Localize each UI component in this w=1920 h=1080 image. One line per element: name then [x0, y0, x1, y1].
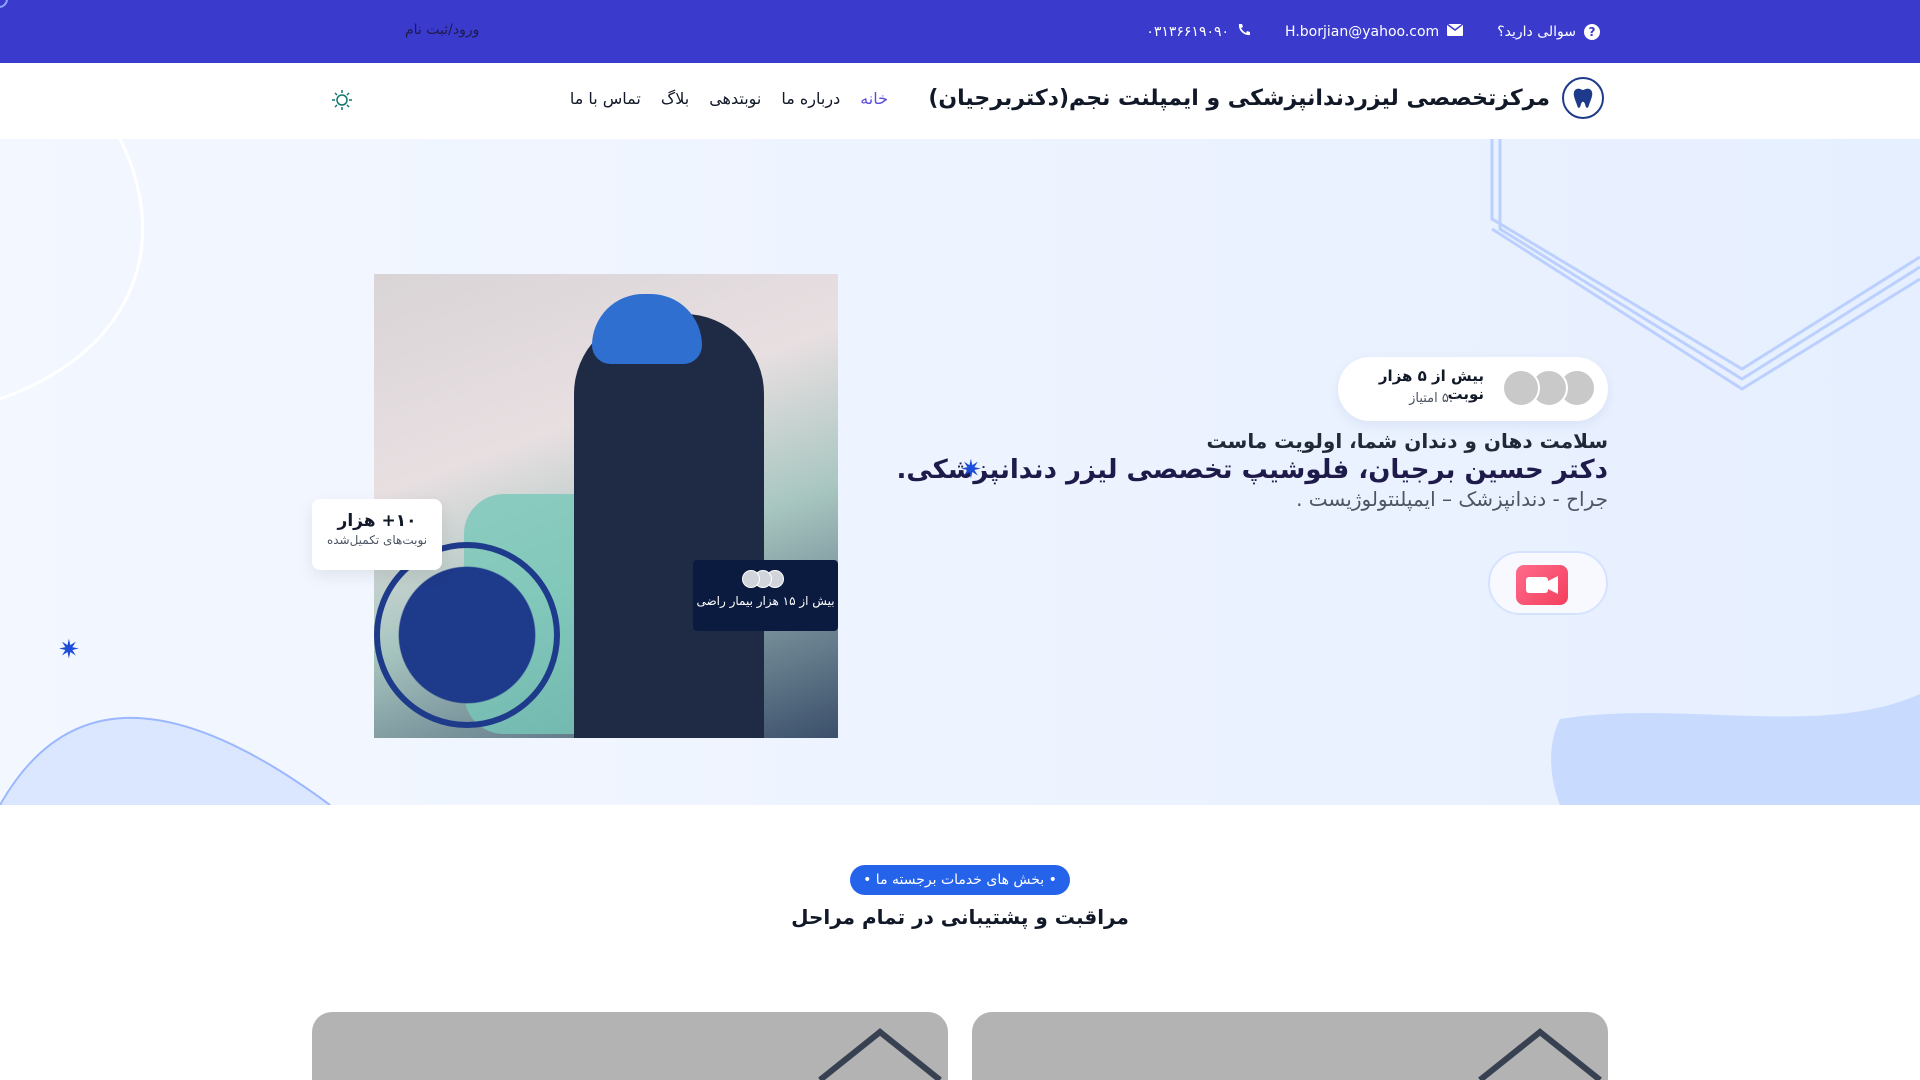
hero-text: سلامت دهان و دندان شما، اولویت ماست دکتر… — [896, 429, 1608, 511]
satisfied-label: بیش از ۱۵ هزار بیمار راضی — [696, 594, 835, 608]
service-card[interactable] — [312, 1012, 948, 1080]
badge-rating: ۵.۰ امتیاز — [1409, 391, 1460, 406]
brand-title: مرکزتخصصی لیزردندانپزشکی و ایمپلنت نجم(د… — [928, 85, 1550, 111]
avatar — [1502, 369, 1540, 407]
nav-item-home[interactable]: خانه — [860, 89, 888, 108]
satisfied-patients-card: بیش از ۱۵ هزار بیمار راضی — [693, 560, 838, 631]
top-bar: ? سوالی دارید؟ H.borjian@yahoo.com ۰۳۱۳۶… — [0, 0, 1920, 63]
mail-icon — [1446, 22, 1464, 40]
corner-circle-decoration — [0, 0, 8, 8]
main-navigation: مرکزتخصصی لیزردندانپزشکی و ایمپلنت نجم(د… — [0, 63, 1920, 139]
hero-line-1: سلامت دهان و دندان شما، اولویت ماست — [1206, 429, 1608, 453]
question-item[interactable]: ? سوالی دارید؟ — [1497, 23, 1600, 40]
avatar — [741, 570, 760, 588]
brand[interactable]: مرکزتخصصی لیزردندانپزشکی و ایمپلنت نجم(د… — [928, 77, 1604, 119]
question-text: سوالی دارید؟ — [1497, 23, 1576, 40]
phone-item[interactable]: ۰۳۱۳۶۶۱۹۰۹۰ — [1146, 23, 1251, 41]
doctor-photo — [374, 274, 838, 738]
completed-label: نوبت‌های تکمیل‌شده — [326, 533, 428, 547]
services-section: • بخش های خدمات برجسته ما • مراقبت و پشت… — [0, 805, 1920, 1080]
nav-item-appointment[interactable]: نوبتدهی — [709, 89, 761, 108]
video-camera-icon — [1516, 565, 1568, 605]
nav-item-contact[interactable]: تماس با ما — [570, 89, 641, 108]
video-button[interactable] — [1488, 551, 1608, 615]
photo-doctor — [574, 314, 764, 738]
phone-icon — [1237, 23, 1251, 41]
completed-value: ۱۰+ هزار — [337, 511, 417, 531]
sun-icon[interactable] — [331, 89, 353, 111]
avatar-group — [693, 570, 838, 588]
sparkle-icon: ✷ — [58, 635, 80, 665]
sparkle-icon: ✷ — [960, 455, 982, 485]
phone-text: ۰۳۱۳۶۶۱۹۰۹۰ — [1146, 23, 1230, 40]
hero-line-2: دکتر حسین برجیان، فلوشیپ تخصصی لیزر دندا… — [896, 455, 1608, 485]
hero-section: بیش از ۵ هزار نوبت ۵.۰ امتیاز سلامت دهان… — [0, 139, 1920, 805]
home-icon — [1478, 1028, 1602, 1080]
home-icon — [818, 1028, 942, 1080]
contact-bar: ? سوالی دارید؟ H.borjian@yahoo.com ۰۳۱۳۶… — [1146, 0, 1600, 63]
photo-surgical-cap — [592, 294, 702, 364]
service-card[interactable] — [972, 1012, 1608, 1080]
avatar-group — [1502, 369, 1596, 407]
nav-menu: خانه درباره ما نوبتدهی بلاگ تماس با ما — [570, 89, 888, 108]
nav-item-blog[interactable]: بلاگ — [661, 89, 689, 108]
email-item[interactable]: H.borjian@yahoo.com — [1285, 22, 1464, 40]
nav-item-about[interactable]: درباره ما — [781, 89, 840, 108]
email-text: H.borjian@yahoo.com — [1285, 23, 1440, 40]
login-register-link[interactable]: ورود/ثبت نام — [405, 22, 479, 38]
appointments-badge: بیش از ۵ هزار نوبت ۵.۰ امتیاز — [1338, 357, 1608, 421]
question-icon: ? — [1584, 23, 1600, 40]
tooth-logo-icon — [1562, 77, 1604, 119]
services-pill: • بخش های خدمات برجسته ما • — [850, 865, 1070, 895]
completed-appointments-card: ۱۰+ هزار نوبت‌های تکمیل‌شده — [312, 499, 442, 570]
hero-line-3: جراح - دندانپزشک – ایمپلنتولوژیست . — [1296, 487, 1608, 511]
services-title: مراقبت و پشتیبانی در تمام مراحل — [791, 905, 1129, 929]
